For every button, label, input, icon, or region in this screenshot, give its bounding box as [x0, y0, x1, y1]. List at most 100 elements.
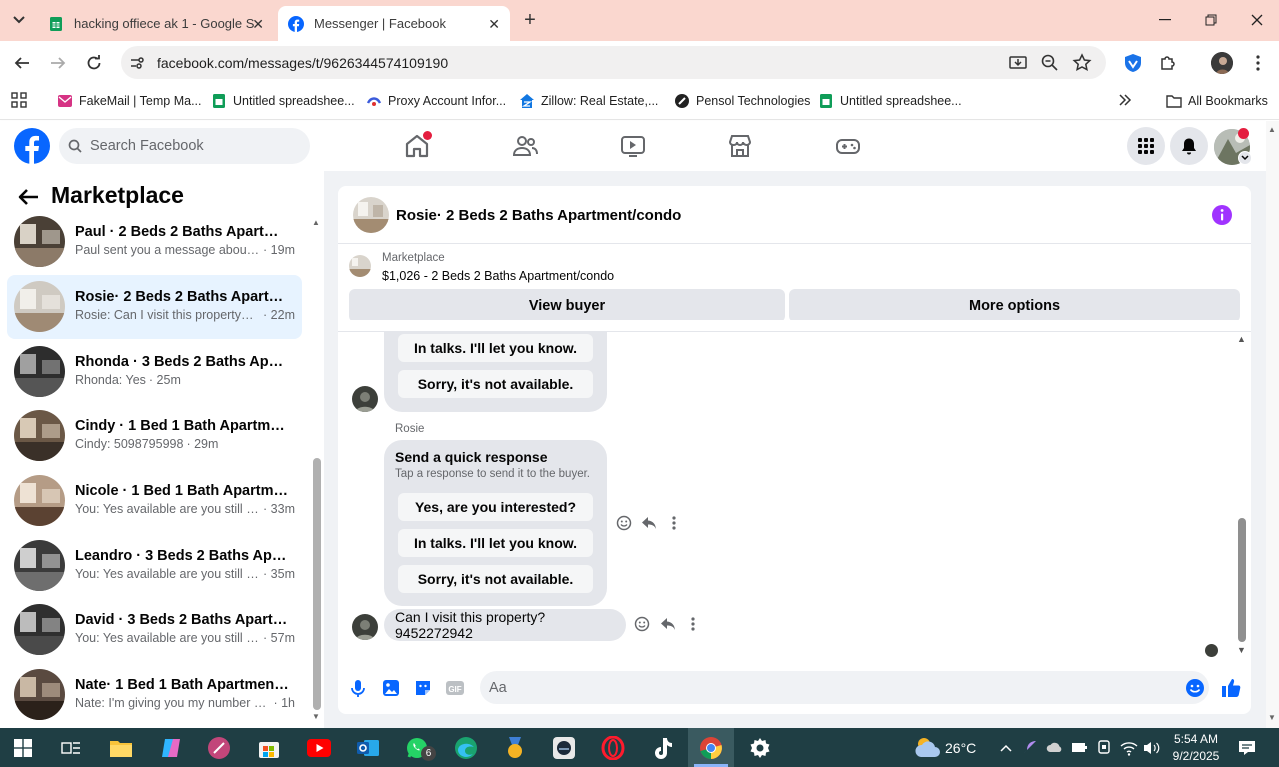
microphone-icon[interactable] [347, 677, 369, 699]
bookmark-untitled-spreadsheet-1[interactable]: Untitled spreadshee... [211, 91, 355, 111]
reply-icon[interactable] [640, 514, 658, 532]
chrome-icon[interactable] [698, 735, 724, 761]
notification-center-icon[interactable] [1238, 739, 1256, 757]
close-window-icon[interactable] [1245, 8, 1269, 32]
opera-icon[interactable] [600, 735, 626, 761]
bookmark-proxy-account[interactable]: Proxy Account Infor... [366, 91, 506, 111]
tiktok-icon[interactable] [649, 735, 675, 761]
more-actions-icon[interactable] [684, 615, 702, 633]
video-icon[interactable] [620, 133, 646, 159]
sender-avatar[interactable] [352, 614, 378, 640]
volume-icon[interactable] [1143, 740, 1161, 756]
bookmark-star-icon[interactable] [1072, 53, 1092, 73]
tray-chevron-up-icon[interactable] [999, 741, 1013, 755]
task-view-icon[interactable] [58, 735, 84, 761]
conversation-item[interactable]: Rhonda · 3 Beds 2 Baths Apartm... Rhonda:… [7, 340, 302, 404]
scrollbar-thumb[interactable] [1238, 518, 1246, 642]
quick-response-option[interactable]: Sorry, it's not available. [398, 565, 593, 593]
site-settings-icon[interactable] [128, 54, 146, 72]
react-emoji-icon[interactable] [615, 514, 633, 532]
more-bookmarks-chevron-icon[interactable] [1117, 92, 1133, 108]
forward-arrow-icon[interactable] [45, 50, 71, 76]
back-arrow-icon[interactable] [9, 50, 35, 76]
app-icon[interactable] [551, 735, 577, 761]
conversation-item[interactable]: Nicole · 1 Bed 1 Bath Apartment... You: Y… [7, 469, 302, 533]
close-tab-icon[interactable]: ✕ [252, 16, 264, 33]
battery-icon[interactable] [1071, 740, 1087, 754]
info-icon[interactable] [1212, 205, 1232, 225]
bookmark-fakemail[interactable]: FakeMail | Temp Ma... [57, 91, 202, 111]
page-scrollbar[interactable] [1266, 121, 1279, 728]
quick-response-option[interactable]: Yes, are you interested? [398, 493, 593, 521]
bookmark-pensol[interactable]: Pensol Technologies [674, 91, 810, 111]
gaming-icon[interactable] [835, 133, 861, 159]
tab-search-dropdown-icon[interactable] [8, 9, 30, 31]
quick-response-option[interactable]: In talks. I'll let you know. [398, 334, 593, 362]
notifications-button[interactable] [1170, 127, 1208, 165]
bookmark-zillow[interactable]: Zillow: Real Estate,... [519, 91, 658, 111]
vpn-shield-icon[interactable] [1122, 52, 1144, 74]
scroll-down-arrow-icon[interactable]: ▼ [312, 712, 320, 721]
emoji-icon[interactable] [1184, 677, 1206, 699]
install-app-icon[interactable] [1008, 53, 1028, 73]
sender-avatar[interactable] [352, 386, 378, 412]
youtube-icon[interactable] [306, 735, 332, 761]
conversation-item[interactable]: Paul · 2 Beds 2 Baths Apartment... Paul s… [7, 210, 302, 274]
windows-start-icon[interactable] [10, 735, 36, 761]
weather-temperature[interactable]: 26°C [945, 740, 976, 756]
conversation-item[interactable]: Leandro · 3 Beds 2 Baths Apart... You: Ye… [7, 534, 302, 598]
marketplace-icon[interactable] [727, 133, 753, 159]
restore-window-icon[interactable] [1199, 8, 1223, 32]
listing-price[interactable]: $1,026 - 2 Beds 2 Baths Apartment/condo [382, 269, 614, 283]
view-buyer-button[interactable]: View buyer [349, 289, 785, 322]
facebook-logo-icon[interactable] [14, 128, 50, 164]
profile-avatar[interactable] [1211, 52, 1233, 74]
reload-icon[interactable] [81, 50, 107, 76]
copilot-icon[interactable] [158, 735, 184, 761]
react-emoji-icon[interactable] [633, 615, 651, 633]
close-tab-icon[interactable]: ✕ [488, 16, 500, 33]
opera-gx-icon[interactable] [206, 735, 232, 761]
back-arrow-icon[interactable] [17, 185, 41, 209]
tab-messenger-facebook[interactable]: Messenger | Facebook ✕ [278, 6, 510, 41]
file-explorer-icon[interactable] [108, 735, 134, 761]
conversation-item[interactable]: Nate· 1 Bed 1 Bath Apartment/c... Nate: I… [7, 663, 302, 727]
scroll-up-arrow-icon[interactable]: ▲ [1237, 334, 1246, 344]
outlook-icon[interactable] [355, 735, 381, 761]
onedrive-cloud-icon[interactable] [1046, 740, 1064, 754]
zoom-icon[interactable] [1040, 53, 1060, 73]
tab-google-sheets[interactable]: hacking offiece ak 1 - Google S ✕ [38, 6, 274, 41]
new-tab-plus-icon[interactable]: + [519, 9, 541, 31]
account-chevron-down-icon[interactable] [1238, 151, 1252, 165]
bookmark-untitled-spreadsheet-2[interactable]: Untitled spreadshee... [818, 91, 962, 111]
extensions-puzzle-icon[interactable] [1158, 53, 1178, 73]
quick-response-option[interactable]: In talks. I'll let you know. [398, 529, 593, 557]
scrollbar-thumb[interactable] [313, 458, 321, 710]
scroll-up-arrow-icon[interactable]: ▲ [1268, 125, 1276, 134]
conversation-item[interactable]: Rosie· 2 Beds 2 Baths Apartmen... Rosie: … [7, 275, 302, 339]
settings-gear-icon[interactable] [747, 735, 773, 761]
browser-menu-icon[interactable] [1250, 53, 1266, 73]
feather-icon[interactable] [1022, 739, 1038, 755]
scroll-up-arrow-icon[interactable]: ▲ [312, 218, 320, 227]
menu-grid-button[interactable] [1127, 127, 1165, 165]
conversation-item[interactable]: David · 3 Beds 2 Baths Apartme... You: Ye… [7, 598, 302, 662]
listing-thumbnail[interactable] [349, 255, 371, 277]
weather-cloud-icon[interactable] [913, 735, 941, 759]
conversation-item[interactable]: Cindy · 1 Bed 1 Bath Apartment/... Cindy:… [7, 404, 302, 468]
usb-device-icon[interactable] [1096, 739, 1112, 755]
clock-time[interactable]: 5:54 AM [1171, 732, 1221, 746]
apps-grid-icon[interactable] [11, 92, 27, 108]
scroll-down-arrow-icon[interactable]: ▼ [1268, 713, 1276, 722]
url-text[interactable]: facebook.com/messages/t/9626344574109190 [157, 55, 448, 71]
wifi-icon[interactable] [1120, 740, 1138, 756]
thumbs-up-icon[interactable] [1220, 677, 1242, 699]
photo-icon[interactable] [380, 677, 402, 699]
minimize-window-icon[interactable] [1153, 8, 1177, 32]
quick-response-option[interactable]: Sorry, it's not available. [398, 370, 593, 398]
gif-icon[interactable]: GIF [444, 677, 466, 699]
chat-listing-avatar[interactable] [353, 197, 389, 233]
more-options-button[interactable]: More options [789, 289, 1240, 322]
more-actions-icon[interactable] [665, 514, 683, 532]
message-input[interactable] [480, 671, 1209, 704]
